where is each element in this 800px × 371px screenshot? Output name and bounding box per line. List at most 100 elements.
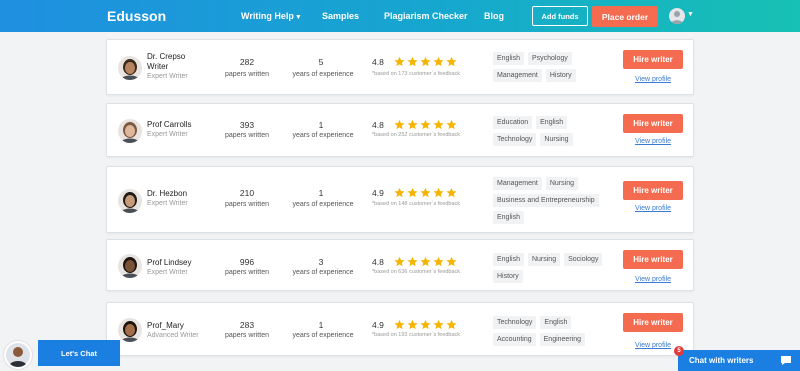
subject-tag: Psychology <box>527 52 572 65</box>
papers-label: papers written <box>225 332 269 339</box>
star-icon <box>394 56 405 67</box>
nav-writing-help-label: Writing Help <box>241 11 294 21</box>
subject-tag: Accounting <box>493 333 536 346</box>
subject-tag: Management <box>493 69 542 82</box>
subject-tag: Technology <box>493 316 537 329</box>
subject-tag: Technology <box>493 133 537 146</box>
papers-count: 283 <box>239 320 255 330</box>
writer-card: Prof_Mary Advanced Writer 283 papers wri… <box>106 302 694 356</box>
subject-tags: English Psychology Management History <box>493 52 611 82</box>
rating-value: 4.8 <box>372 57 384 67</box>
chevron-down-icon[interactable]: ▼ <box>687 11 694 18</box>
hire-writer-button[interactable]: Hire writer <box>623 114 683 133</box>
star-icon <box>407 56 418 67</box>
subject-tags: Education English Technology Nursing <box>493 116 611 146</box>
rating-stars <box>394 256 457 267</box>
rating-stars <box>394 56 457 67</box>
writer-card: Prof Carrolls Expert Writer 393 papers w… <box>106 103 694 157</box>
chat-with-writers-button[interactable]: Chat with writers <box>678 350 800 371</box>
years-label: years of experience <box>292 132 354 139</box>
view-profile-link[interactable]: View profile <box>623 76 683 83</box>
subject-tag: English <box>540 316 572 329</box>
subject-tag: History <box>545 69 576 82</box>
star-icon <box>446 187 457 198</box>
writer-name[interactable]: Dr. Crepso Writer <box>147 52 207 72</box>
star-icon <box>433 319 444 330</box>
star-icon <box>407 119 418 130</box>
chat-agent-avatar[interactable] <box>4 341 32 369</box>
star-icon <box>446 119 457 130</box>
rating-value: 4.9 <box>372 320 384 330</box>
years-label: years of experience <box>292 201 354 208</box>
writer-level: Expert Writer <box>147 200 188 207</box>
writer-name[interactable]: Prof_Mary <box>147 321 207 331</box>
subject-tag: Nursing <box>527 253 561 266</box>
notification-badge: 5 <box>674 346 684 356</box>
nav-blog[interactable]: Blog <box>484 11 504 21</box>
papers-label: papers written <box>225 132 269 139</box>
writer-name[interactable]: Prof Carrolls <box>147 120 207 130</box>
subject-tag: Nursing <box>540 133 573 146</box>
writer-name[interactable]: Dr. Hezbon <box>147 189 207 199</box>
star-icon <box>420 119 431 130</box>
feedback-note: *based on 148 customer`s feedback <box>372 201 461 207</box>
logo[interactable]: Edusson <box>107 8 166 24</box>
hire-writer-button[interactable]: Hire writer <box>623 250 683 269</box>
chat-with-writers-label: Chat with writers <box>689 356 754 365</box>
years-label: years of experience <box>292 269 354 276</box>
subject-tag: English <box>493 211 524 224</box>
papers-count: 393 <box>239 120 255 130</box>
view-profile-link[interactable]: View profile <box>623 205 683 212</box>
writer-name[interactable]: Prof Lindsey <box>147 258 207 268</box>
writer-card: Dr. Hezbon Expert Writer 210 papers writ… <box>106 166 694 233</box>
feedback-note: *based on 252 customer`s feedback <box>372 132 461 138</box>
star-icon <box>433 119 444 130</box>
subject-tags: Technology English Accounting Engineering <box>493 316 611 346</box>
star-icon <box>407 256 418 267</box>
star-icon <box>420 319 431 330</box>
lets-chat-button[interactable]: Let's Chat <box>38 340 120 366</box>
nav-samples[interactable]: Samples <box>322 11 359 21</box>
hire-writer-button[interactable]: Hire writer <box>623 50 683 69</box>
papers-count: 282 <box>239 57 255 67</box>
subject-tags: English Nursing Sociology History <box>493 253 611 283</box>
years-count: 1 <box>318 120 324 130</box>
years-count: 1 <box>318 320 324 330</box>
writer-level: Expert Writer <box>147 131 188 138</box>
feedback-note: *based on 193 customer`s feedback <box>372 332 461 338</box>
star-icon <box>407 319 418 330</box>
rating-value: 4.9 <box>372 188 384 198</box>
subject-tag: Sociology <box>564 253 603 266</box>
nav-writing-help[interactable]: Writing Help▼ <box>241 11 302 21</box>
view-profile-link[interactable]: View profile <box>623 138 683 145</box>
nav-plagiarism-checker[interactable]: Plagiarism Checker <box>384 11 468 21</box>
user-avatar-icon[interactable] <box>669 8 685 24</box>
star-icon <box>433 56 444 67</box>
papers-label: papers written <box>225 201 269 208</box>
years-count: 5 <box>318 57 324 67</box>
hire-writer-button[interactable]: Hire writer <box>623 313 683 332</box>
chat-bubble-icon <box>781 356 791 365</box>
writer-avatar[interactable] <box>118 254 142 278</box>
writer-avatar[interactable] <box>118 56 142 80</box>
star-icon <box>420 187 431 198</box>
hire-writer-button[interactable]: Hire writer <box>623 181 683 200</box>
view-profile-link[interactable]: View profile <box>623 276 683 283</box>
writer-avatar[interactable] <box>118 119 142 143</box>
writer-avatar[interactable] <box>118 189 142 213</box>
writer-avatar[interactable] <box>118 318 142 342</box>
star-icon <box>407 187 418 198</box>
star-icon <box>394 256 405 267</box>
add-funds-button[interactable]: Add funds <box>532 6 588 26</box>
years-label: years of experience <box>292 71 354 78</box>
years-count: 1 <box>318 188 324 198</box>
papers-label: papers written <box>225 71 269 78</box>
rating-stars <box>394 187 457 198</box>
subject-tags: Management Nursing Business and Entreprene… <box>493 177 611 224</box>
subject-tag: History <box>493 270 523 283</box>
rating-stars <box>394 319 457 330</box>
star-icon <box>446 319 457 330</box>
years-label: years of experience <box>292 332 354 339</box>
place-order-button[interactable]: Place order <box>592 6 658 27</box>
papers-label: papers written <box>225 269 269 276</box>
